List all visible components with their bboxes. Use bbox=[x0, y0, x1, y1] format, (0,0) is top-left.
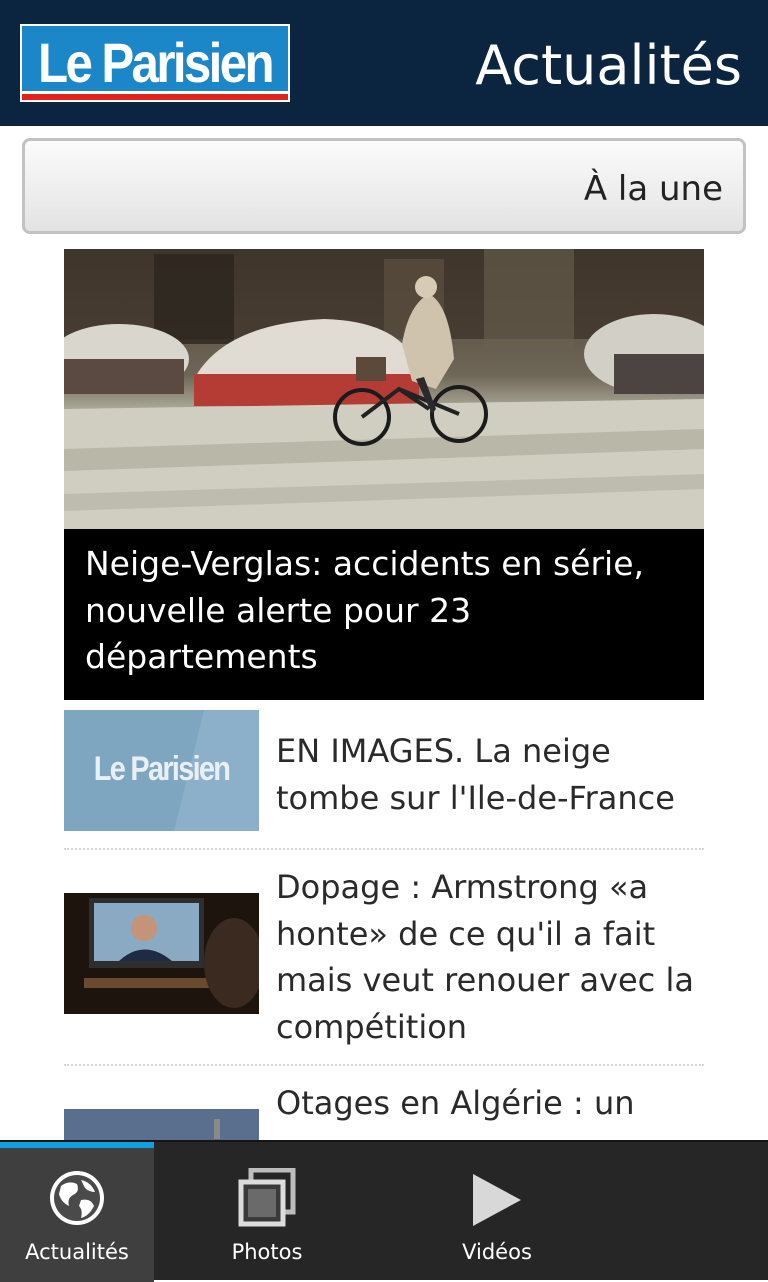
list-divider bbox=[64, 848, 704, 850]
hero-article[interactable]: Neige-Verglas: accidents en série, nouve… bbox=[64, 249, 704, 700]
list-item[interactable]: Le Parisien EN IMAGES. La neige tombe su… bbox=[64, 710, 704, 840]
hero-title: Neige-Verglas: accidents en série, nouve… bbox=[85, 544, 645, 676]
list-item[interactable]: Otages en Algérie : un bbox=[64, 1078, 704, 1140]
article-title: EN IMAGES. La neige tombe sur l'Ile-de-F… bbox=[276, 732, 675, 817]
thumbnail-image bbox=[64, 1109, 259, 1140]
article-thumbnail bbox=[64, 1109, 259, 1140]
tab-actualites-label: Actualités bbox=[25, 1240, 129, 1264]
section-dropdown-label: À la une bbox=[583, 169, 723, 209]
photos-icon bbox=[238, 1168, 296, 1227]
hero-image bbox=[64, 249, 704, 529]
list-divider bbox=[64, 1064, 704, 1066]
article-thumbnail bbox=[64, 893, 259, 1014]
thumbnail-logo-text: Le Parisien bbox=[93, 750, 231, 788]
article-title: Otages en Algérie : un bbox=[276, 1084, 635, 1122]
tab-actualites[interactable]: Actualités bbox=[0, 1142, 154, 1282]
page-title: Actualités bbox=[475, 34, 742, 97]
list-item[interactable]: Dopage : Armstrong «a honte» de ce qu'il… bbox=[64, 862, 704, 1052]
globe-icon bbox=[50, 1171, 104, 1225]
tab-videos[interactable]: Vidéos bbox=[420, 1142, 574, 1282]
le-parisien-logo[interactable]: Le Parisien bbox=[20, 24, 290, 102]
tab-photos-label: Photos bbox=[231, 1240, 303, 1264]
article-title: Dopage : Armstrong «a honte» de ce qu'il… bbox=[276, 868, 694, 1046]
bottom-tab-bar: Actualités Photos Vidéos bbox=[0, 1140, 768, 1282]
app-header: Le Parisien Actualités bbox=[0, 0, 768, 126]
play-icon bbox=[473, 1174, 521, 1226]
tab-photos[interactable]: Photos bbox=[190, 1142, 344, 1282]
thumbnail-image bbox=[64, 893, 259, 1014]
article-thumbnail: Le Parisien bbox=[64, 710, 259, 831]
logo-text: Le Parisien bbox=[38, 31, 275, 94]
tab-videos-label: Vidéos bbox=[462, 1240, 532, 1264]
section-dropdown[interactable]: À la une bbox=[22, 138, 746, 234]
logo-stripe-red bbox=[22, 94, 288, 100]
